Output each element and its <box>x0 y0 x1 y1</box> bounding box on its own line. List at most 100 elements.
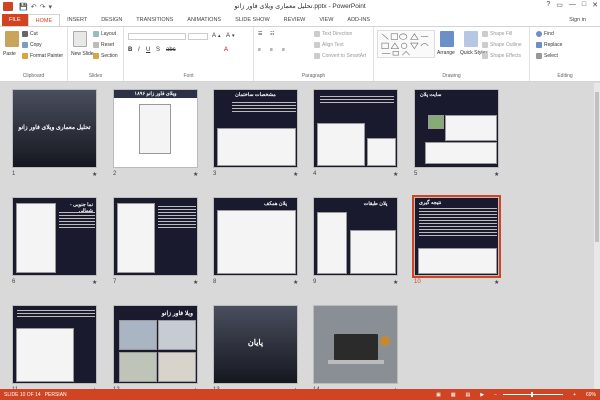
slide-thumbnail-7[interactable] <box>113 197 198 276</box>
bold-icon[interactable]: B <box>128 47 132 53</box>
zoom-in-button[interactable]: + <box>573 392 576 398</box>
slide-thumbnail-4[interactable] <box>313 89 398 168</box>
italic-icon[interactable]: I <box>138 47 140 53</box>
tab-insert[interactable]: INSERT <box>60 14 94 26</box>
tab-transitions[interactable]: TRANSITIONS <box>129 14 180 26</box>
zoom-level[interactable]: 69% <box>586 392 596 398</box>
font-color-icon[interactable]: A <box>224 47 228 53</box>
slide-number: 4 <box>313 171 317 177</box>
layout-button[interactable]: Layout <box>93 31 116 37</box>
numbering-icon[interactable]: ☷ <box>270 31 274 37</box>
slide-thumbnail-11[interactable] <box>12 305 97 384</box>
normal-view-icon[interactable]: ▣ <box>436 392 441 398</box>
paste-button[interactable]: Paste <box>3 51 16 57</box>
slide-thumbnail-3[interactable]: مشخصات ساختمان <box>213 89 298 168</box>
align-left-icon[interactable]: ≡ <box>258 47 261 53</box>
arrange-icon[interactable] <box>440 31 454 47</box>
minimize-button[interactable]: — <box>569 1 576 9</box>
tab-design[interactable]: DESIGN <box>94 14 129 26</box>
shapes-gallery[interactable] <box>377 30 435 58</box>
tab-view[interactable]: VIEW <box>312 14 340 26</box>
slide-sorter-view-icon[interactable]: ▦ <box>451 392 456 398</box>
house-sketch <box>139 104 171 154</box>
slide-title: نتیجه گیری <box>419 200 442 206</box>
transition-star-icon: ★ <box>193 280 199 286</box>
format-painter-button[interactable]: Format Painter <box>22 53 63 59</box>
reset-button[interactable]: Reset <box>93 42 114 48</box>
slide-thumbnail-5[interactable]: سایت پلان <box>414 89 499 168</box>
slide-thumbnail-12[interactable]: ویلا فاور زانو <box>113 305 198 384</box>
ribbon-display-button[interactable]: ▭ <box>556 1 563 9</box>
elevation-sketch <box>117 203 155 273</box>
sign-in-link[interactable]: Sign in <box>569 14 586 26</box>
paste-icon[interactable] <box>5 31 19 47</box>
new-slide-icon[interactable] <box>73 31 87 47</box>
maximize-button[interactable]: □ <box>582 1 586 9</box>
help-button[interactable]: ? <box>546 1 550 9</box>
slide-number: 8 <box>213 279 217 285</box>
slide-thumbnail-14[interactable] <box>313 305 398 384</box>
convert-smartart-button[interactable]: Convert to SmartArt <box>314 53 366 59</box>
drawing-sketch <box>217 128 296 166</box>
tab-home[interactable]: HOME <box>27 14 61 26</box>
slide-thumbnail-1[interactable]: تحلیل معماری ویلای فاور زانو <box>12 89 97 168</box>
cut-button[interactable]: Cut <box>22 31 38 37</box>
copy-button[interactable]: Copy <box>22 42 42 48</box>
slides-group: New Slide Layout Reset Section Slides <box>68 27 124 81</box>
shape-effects-button[interactable]: Shape Effects <box>482 53 521 59</box>
save-icon[interactable]: 💾 <box>19 3 28 11</box>
tower-sketch <box>317 212 347 274</box>
zoom-out-button[interactable]: − <box>494 392 497 398</box>
slide-thumbnail-2[interactable]: ویلای فاور زانو ۱۸۹۶ <box>113 89 198 168</box>
customize-qat-icon[interactable]: ▾ <box>48 3 52 11</box>
tab-file[interactable]: FILE <box>2 14 28 26</box>
redo-icon[interactable]: ↷ <box>40 3 46 11</box>
photo <box>119 352 157 382</box>
shadow-icon[interactable]: S <box>156 47 160 53</box>
shape-outline-button[interactable]: Shape Outline <box>482 42 522 48</box>
underline-icon[interactable]: U <box>146 47 150 53</box>
arrange-button[interactable]: Arrange <box>437 50 455 56</box>
editing-label: Editing <box>557 73 573 79</box>
slide-thumbnail-13[interactable]: پایان <box>213 305 298 384</box>
shrink-font-icon[interactable]: A ▾ <box>226 33 235 39</box>
quick-styles-icon[interactable] <box>464 31 478 47</box>
tab-slide-show[interactable]: SLIDE SHOW <box>228 14 277 26</box>
text-direction-button[interactable]: Text Direction <box>314 31 352 37</box>
close-button[interactable]: ✕ <box>592 1 598 9</box>
tab-animations[interactable]: ANIMATIONS <box>180 14 228 26</box>
select-button[interactable]: Select <box>536 53 558 59</box>
align-right-icon[interactable]: ≡ <box>282 47 285 53</box>
transition-star-icon: ★ <box>494 172 500 178</box>
slide-number: 1 <box>12 171 16 177</box>
plan-sketch <box>217 210 296 274</box>
shape-fill-button[interactable]: Shape Fill <box>482 31 512 37</box>
find-button[interactable]: Find <box>536 31 554 37</box>
smartart-icon <box>314 53 320 59</box>
align-text-button[interactable]: Align Text <box>314 42 344 48</box>
slide-thumbnail-6[interactable]: نما جنوبی - شمالی <box>12 197 97 276</box>
replace-button[interactable]: Replace <box>536 42 562 48</box>
tab-review[interactable]: REVIEW <box>277 14 313 26</box>
new-slide-button[interactable]: New Slide <box>71 51 94 57</box>
language-indicator[interactable]: PERSIAN <box>45 392 67 398</box>
font-size-box[interactable] <box>188 33 208 40</box>
slideshow-view-icon[interactable]: ▶ <box>480 392 484 398</box>
strikethrough-icon[interactable]: abc <box>166 47 176 53</box>
slide-number: 5 <box>414 171 418 177</box>
font-name-box[interactable] <box>128 33 186 40</box>
brush-icon <box>22 53 28 59</box>
slide-thumbnail-9[interactable]: پلان طبقات <box>313 197 398 276</box>
slide-thumbnail-8[interactable]: پلان همکف <box>213 197 298 276</box>
zoom-slider[interactable] <box>503 392 564 397</box>
reading-view-icon[interactable]: ▤ <box>466 392 471 398</box>
slide-thumbnail-10[interactable]: نتیجه گیری <box>412 195 501 278</box>
undo-icon[interactable]: ↶ <box>31 3 37 11</box>
center-icon[interactable]: ≡ <box>270 47 273 53</box>
scrollbar-thumb[interactable] <box>595 92 599 242</box>
title-bar: 💾 ↶ ↷ ▾ تحلیل معماری ویلای فاور زانو.ppt… <box>0 0 600 13</box>
section-button[interactable]: Section <box>93 53 118 59</box>
grow-font-icon[interactable]: A ▴ <box>212 33 221 39</box>
bullets-icon[interactable]: ☰ <box>258 31 262 37</box>
tab-add-ins[interactable]: ADD-INS <box>340 14 377 26</box>
